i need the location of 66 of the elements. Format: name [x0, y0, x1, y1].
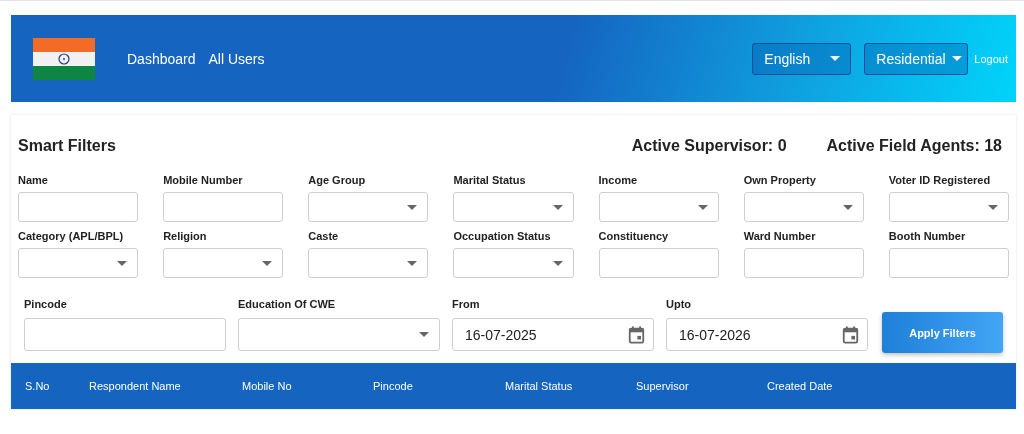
stat-label: Active Supervisor: 0 — [631, 137, 787, 155]
date-field[interactable]: 16-07-2025 — [452, 318, 654, 351]
nav-link[interactable]: All Users — [208, 50, 265, 67]
field-label: Own Property — [743, 174, 817, 186]
caret-icon — [951, 56, 962, 61]
column-header: Mobile No — [242, 380, 293, 392]
select-field[interactable] — [598, 192, 719, 222]
field-label: Ward Number — [743, 230, 817, 242]
select-field[interactable] — [308, 248, 429, 278]
input-field[interactable] — [888, 248, 1009, 278]
field-label: Booth Number — [888, 230, 967, 242]
column-header: S.No — [25, 380, 51, 392]
column-header: Marital Status — [505, 380, 574, 392]
field-label: From — [452, 298, 481, 310]
field-label: Upto — [666, 298, 693, 310]
field-label: Mobile Number — [163, 174, 244, 186]
field-label: Name — [18, 174, 49, 186]
stat-label: Active Field Agents: 18 — [826, 137, 1002, 155]
select-field[interactable] — [308, 192, 429, 222]
language-dropdown[interactable]: English — [752, 42, 852, 75]
caret-icon — [407, 204, 418, 210]
caret-icon — [117, 260, 128, 266]
field-label: Category (APL/BPL) — [18, 230, 125, 242]
input-field[interactable] — [163, 192, 284, 222]
select-field[interactable] — [743, 192, 864, 222]
date-field[interactable]: 16-07-2026 — [666, 318, 868, 351]
flag-icon — [33, 37, 95, 80]
caret-icon — [988, 204, 998, 210]
field-label: Education Of CWE — [238, 298, 337, 310]
column-header: Respondent Name — [89, 380, 182, 392]
column-header: Supervisor — [636, 380, 690, 392]
select-field[interactable] — [453, 248, 574, 278]
caret-icon — [842, 204, 853, 210]
column-header: Created Date — [767, 380, 833, 392]
caret-icon — [407, 260, 418, 266]
field-label: Age Group — [308, 174, 367, 186]
caret-icon — [552, 204, 563, 210]
caret-icon — [262, 260, 273, 266]
calendar-icon — [628, 325, 645, 344]
calendar-icon — [842, 325, 859, 344]
field-label: Caste — [308, 230, 340, 242]
apply-filters-button[interactable]: Apply Filters — [882, 312, 1003, 353]
area-dropdown[interactable]: Residential — [864, 42, 969, 75]
input-field[interactable] — [743, 248, 864, 278]
caret-icon — [419, 332, 429, 337]
nav-link[interactable]: Dashboard — [127, 50, 196, 67]
input-field[interactable] — [598, 248, 719, 278]
field-label: Constituency — [598, 230, 670, 242]
input-field[interactable] — [24, 318, 226, 351]
column-header: Pincode — [373, 380, 414, 392]
caret-icon — [552, 260, 563, 266]
field-label: Occupation Status — [453, 230, 552, 242]
field-label: Marital Status — [453, 174, 527, 186]
caret-icon — [830, 56, 841, 61]
field-label: Pincode — [24, 298, 68, 310]
select-field[interactable] — [453, 192, 574, 222]
select-field[interactable] — [18, 248, 139, 278]
select-field[interactable] — [163, 248, 284, 278]
input-field[interactable] — [18, 192, 139, 222]
field-label: Voter ID Registered — [888, 174, 992, 186]
panel-title: Smart Filters — [18, 137, 116, 155]
field-label: Income — [598, 174, 639, 186]
select-field[interactable] — [888, 192, 1009, 222]
select-field[interactable] — [238, 318, 440, 351]
caret-icon — [697, 204, 708, 210]
field-label: Religion — [163, 230, 208, 242]
